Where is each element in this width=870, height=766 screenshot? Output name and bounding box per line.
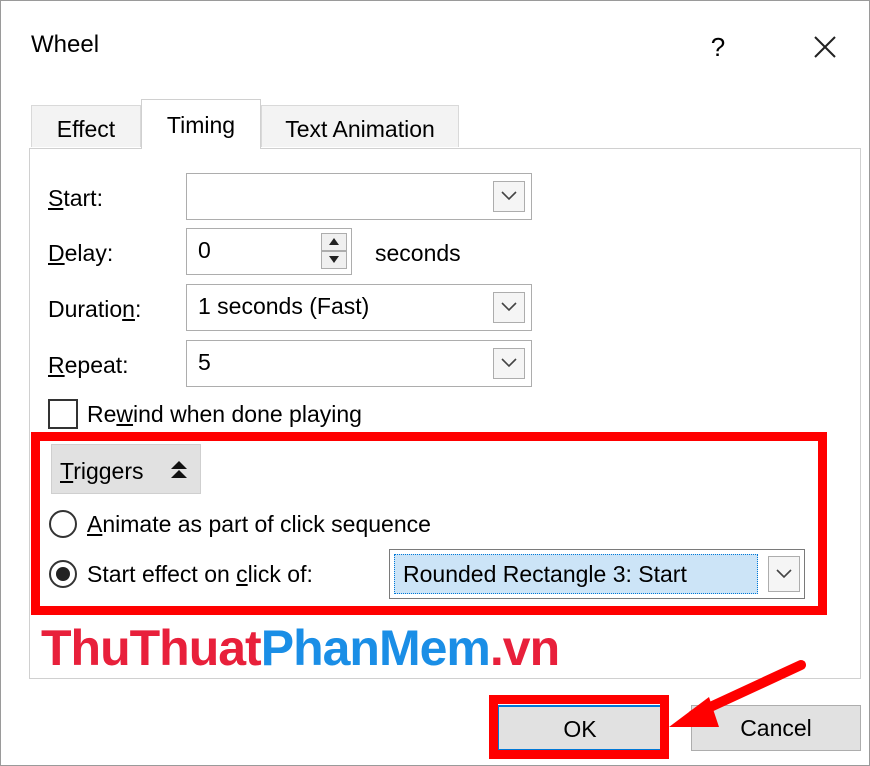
rewind-checkbox[interactable] xyxy=(48,399,78,429)
chevron-down-icon xyxy=(776,569,792,579)
duration-dropdown-arrow[interactable] xyxy=(493,292,525,323)
close-button[interactable] xyxy=(805,27,845,67)
chevron-down-icon xyxy=(501,358,517,368)
start-on-click-label: Start effect on click of: xyxy=(87,561,313,587)
start-label: Start: xyxy=(48,185,103,211)
chevron-down-icon xyxy=(501,191,517,201)
help-button[interactable]: ? xyxy=(701,29,735,65)
triggers-button[interactable]: Triggers xyxy=(51,444,201,494)
click-target-dropdown-arrow[interactable] xyxy=(768,556,800,592)
click-target-value: Rounded Rectangle 3: Start xyxy=(403,561,687,587)
tab-effect[interactable]: Effect xyxy=(31,105,141,147)
duration-value: 1 seconds (Fast) xyxy=(198,293,370,319)
start-dropdown[interactable] xyxy=(186,173,532,220)
delay-increment-button[interactable] xyxy=(321,233,347,251)
duration-label: Duration: xyxy=(48,296,142,322)
wheel-dialog: Wheel ? Effect Timing Text Animation Sta… xyxy=(0,0,870,766)
repeat-dropdown-arrow[interactable] xyxy=(493,348,525,379)
delay-value: 0 xyxy=(198,237,211,263)
dialog-title: Wheel xyxy=(31,31,100,58)
watermark: ThuThuatPhanMem.vn xyxy=(41,620,560,676)
repeat-dropdown[interactable]: 5 xyxy=(186,340,532,387)
repeat-value: 5 xyxy=(198,349,211,375)
delay-decrement-button[interactable] xyxy=(321,251,347,269)
arrow-up-icon xyxy=(329,238,339,245)
delay-label: Delay: xyxy=(48,240,114,266)
repeat-label: Repeat: xyxy=(48,352,129,378)
rewind-label: Rewind when done playing xyxy=(87,401,362,427)
animate-sequence-radio[interactable] xyxy=(49,510,77,538)
close-icon xyxy=(814,36,836,58)
tab-timing[interactable]: Timing xyxy=(141,99,261,149)
arrow-down-icon xyxy=(329,256,339,263)
delay-stepper[interactable]: 0 xyxy=(186,228,352,275)
click-target-dropdown[interactable]: Rounded Rectangle 3: Start xyxy=(389,549,805,599)
ok-button[interactable]: OK xyxy=(497,705,663,751)
red-pointer-arrow-icon xyxy=(669,660,806,727)
animate-sequence-label: Animate as part of click sequence xyxy=(87,511,431,537)
chevron-down-icon xyxy=(501,302,517,312)
collapse-icon xyxy=(171,461,187,478)
start-dropdown-arrow[interactable] xyxy=(493,181,525,212)
delay-unit: seconds xyxy=(375,240,461,266)
click-target-selection: Rounded Rectangle 3: Start xyxy=(394,554,758,594)
start-on-click-radio[interactable] xyxy=(49,560,77,588)
duration-dropdown[interactable]: 1 seconds (Fast) xyxy=(186,284,532,331)
radio-selected-dot xyxy=(56,567,70,581)
tab-text-animation[interactable]: Text Animation xyxy=(261,105,459,147)
triggers-label: Triggers xyxy=(60,458,144,484)
